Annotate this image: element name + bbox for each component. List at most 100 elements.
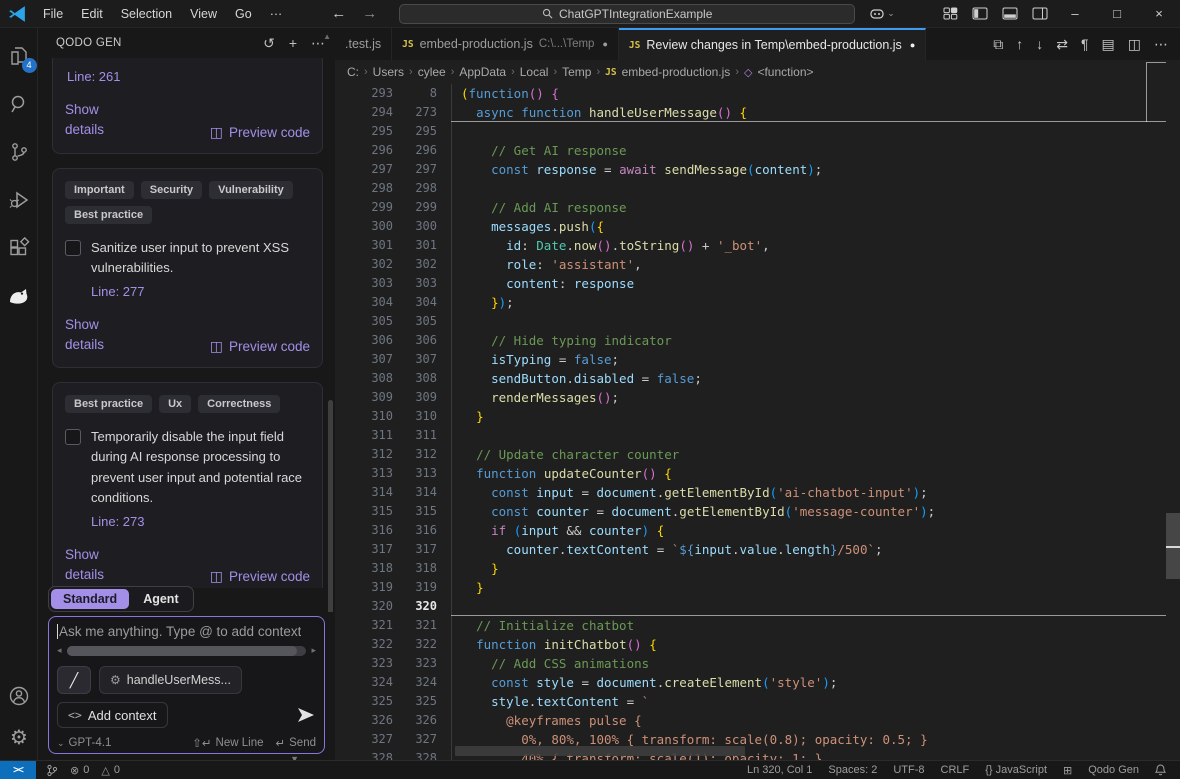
forward-icon[interactable]: → bbox=[362, 5, 377, 22]
scroll-up-icon[interactable]: ▲ bbox=[323, 32, 331, 41]
code-line[interactable]: 325325 style.textContent = ` bbox=[335, 692, 1166, 711]
code-line[interactable]: 317317 counter.textContent = `${input.va… bbox=[335, 540, 1166, 559]
extensions-icon[interactable] bbox=[7, 236, 31, 260]
scroll-left-icon[interactable]: ◂ bbox=[57, 645, 62, 656]
status-item-qodo-gen[interactable]: Qodo Gen bbox=[1088, 764, 1139, 776]
menu-item-view[interactable]: View bbox=[181, 0, 226, 27]
code-line[interactable]: 306306 // Hide typing indicator bbox=[335, 331, 1166, 350]
code-line[interactable]: 299299 // Add AI response bbox=[335, 198, 1166, 217]
show-details-link[interactable]: Show details bbox=[65, 100, 127, 141]
status-item-item[interactable]: ⊞ bbox=[1063, 764, 1072, 777]
editor-hscrollbar[interactable] bbox=[455, 746, 745, 756]
mode-tab-agent[interactable]: Agent bbox=[131, 589, 190, 609]
account-icon[interactable] bbox=[7, 684, 31, 708]
code-line[interactable]: 322322 function initChatbot() { bbox=[335, 635, 1166, 654]
code-line[interactable]: 297297 const response = await sendMessag… bbox=[335, 160, 1166, 179]
preview-code-button[interactable]: ◫Preview code bbox=[210, 124, 310, 141]
code-line[interactable]: 304304 }); bbox=[335, 293, 1166, 312]
tab-review-changes-in-temp-embed-production-js[interactable]: JSReview changes in Temp\embed-productio… bbox=[619, 28, 926, 60]
context-chip-handleusermess[interactable]: ⚙handleUserMess... bbox=[99, 666, 242, 694]
customize-layout-icon[interactable] bbox=[943, 7, 958, 20]
code-line[interactable]: 307307 isTyping = false; bbox=[335, 350, 1166, 369]
tab-embed-production-js[interactable]: JSembed-production.jsC:\...\Temp● bbox=[392, 28, 619, 60]
status-item-javascript[interactable]: {} JavaScript bbox=[985, 764, 1047, 776]
preview-code-button[interactable]: ◫Preview code bbox=[210, 338, 310, 355]
notifications-bell-icon[interactable] bbox=[1155, 764, 1166, 776]
toggle-primary-sidebar-icon[interactable] bbox=[972, 7, 988, 20]
copilot-menu[interactable]: ⌄ bbox=[869, 7, 895, 21]
settings-gear-icon[interactable]: ⚙ bbox=[7, 726, 31, 750]
line-link[interactable]: Line: 277 bbox=[91, 284, 310, 299]
code-line[interactable]: 301301 id: Date.now().toString() + '_bot… bbox=[335, 236, 1166, 255]
code-line[interactable]: 2938(function() { bbox=[335, 84, 1166, 103]
add-context-button[interactable]: <> Add context bbox=[57, 702, 168, 728]
tab-test-js[interactable]: .test.js bbox=[335, 28, 392, 60]
swap-diff-icon[interactable]: ⇄ bbox=[1056, 36, 1068, 53]
send-icon[interactable] bbox=[296, 706, 316, 724]
code-line[interactable]: 308308 sendButton.disabled = false; bbox=[335, 369, 1166, 388]
status-item-ln-320-col-1[interactable]: Ln 320, Col 1 bbox=[747, 764, 812, 776]
breadcrumb-item-embed-production-js[interactable]: embed-production.js bbox=[622, 65, 731, 79]
close-button[interactable]: × bbox=[1138, 0, 1180, 27]
render-whitespace-icon[interactable]: ¶ bbox=[1081, 36, 1089, 52]
code-line[interactable]: 320320 bbox=[335, 597, 1166, 616]
status-item-utf-8[interactable]: UTF-8 bbox=[893, 764, 924, 776]
new-chat-icon[interactable]: + bbox=[289, 35, 297, 51]
toggle-panel-icon[interactable] bbox=[1002, 7, 1018, 20]
menu-item-edit[interactable]: Edit bbox=[72, 0, 112, 27]
chat-scroll-thumb[interactable] bbox=[67, 646, 297, 656]
more-actions-icon[interactable]: ⋯ bbox=[1154, 36, 1168, 53]
suggestion-checkbox[interactable] bbox=[65, 240, 81, 256]
preview-code-button[interactable]: ◫Preview code bbox=[210, 568, 310, 585]
code-line[interactable]: 296296 // Get AI response bbox=[335, 141, 1166, 160]
model-selector[interactable]: ⌄ GPT-4.1 bbox=[57, 737, 111, 749]
breadcrumb-item-users[interactable]: Users bbox=[373, 65, 404, 79]
code-line[interactable]: 314314 const input = document.getElement… bbox=[335, 483, 1166, 502]
line-link[interactable]: Line: 273 bbox=[91, 514, 310, 529]
code-line[interactable]: 316316 if (input && counter) { bbox=[335, 521, 1166, 540]
menu-item-item[interactable]: ··· bbox=[261, 0, 292, 27]
code-line[interactable]: 319319 } bbox=[335, 578, 1166, 597]
history-icon[interactable]: ↺ bbox=[263, 35, 275, 52]
suggestion-checkbox[interactable] bbox=[65, 429, 81, 445]
qodo-gen-icon[interactable] bbox=[7, 284, 31, 308]
breadcrumb-item-cylee[interactable]: cylee bbox=[418, 65, 446, 79]
chat-input-box[interactable]: Ask me anything. Type @ to add context ◂… bbox=[48, 616, 325, 754]
slash-command-button[interactable]: ╱ bbox=[57, 666, 91, 694]
code-line[interactable]: 309309 renderMessages(); bbox=[335, 388, 1166, 407]
code-line[interactable]: 300300 messages.push({ bbox=[335, 217, 1166, 236]
breadcrumb-item-function[interactable]: <function> bbox=[757, 65, 813, 79]
minimize-button[interactable]: – bbox=[1054, 0, 1096, 27]
run-debug-icon[interactable] bbox=[7, 188, 31, 212]
code-line[interactable]: 323323 // Add CSS animations bbox=[335, 654, 1166, 673]
breadcrumb-item-local[interactable]: Local bbox=[520, 65, 549, 79]
branch-icon[interactable] bbox=[46, 764, 58, 777]
status-item-spaces-2[interactable]: Spaces: 2 bbox=[828, 764, 877, 776]
split-editor-icon[interactable]: ◫ bbox=[1128, 36, 1141, 53]
code-line[interactable]: 324324 const style = document.createElem… bbox=[335, 673, 1166, 692]
code-line[interactable]: 305305 bbox=[335, 312, 1166, 331]
status-item-crlf[interactable]: CRLF bbox=[941, 764, 970, 776]
show-details-link[interactable]: Show details bbox=[65, 315, 127, 356]
code-line[interactable]: 326326 @keyframes pulse { bbox=[335, 711, 1166, 730]
toggle-secondary-sidebar-icon[interactable] bbox=[1032, 7, 1048, 20]
open-changes-icon[interactable]: ⧉ bbox=[993, 36, 1003, 53]
scroll-right-icon[interactable]: ▸ bbox=[311, 645, 316, 656]
previous-change-icon[interactable]: ↑ bbox=[1016, 36, 1023, 52]
code-line[interactable]: 312312 // Update character counter bbox=[335, 445, 1166, 464]
search-view-icon[interactable] bbox=[7, 92, 31, 116]
breadcrumb-item-temp[interactable]: Temp bbox=[562, 65, 591, 79]
maximize-button[interactable]: □ bbox=[1096, 0, 1138, 27]
sidebar-scrollbar[interactable] bbox=[328, 400, 333, 620]
code-line[interactable]: 310310 } bbox=[335, 407, 1166, 426]
code-line[interactable]: 313313 function updateCounter() { bbox=[335, 464, 1166, 483]
code-line[interactable]: 294273 async function handleUserMessage(… bbox=[335, 103, 1166, 122]
explorer-icon[interactable]: 4 bbox=[7, 44, 31, 68]
code-line[interactable]: 318318 } bbox=[335, 559, 1166, 578]
code-line[interactable]: 302302 role: 'assistant', bbox=[335, 255, 1166, 274]
code-line[interactable]: 295295 bbox=[335, 122, 1166, 141]
word-wrap-icon[interactable]: ▤ bbox=[1102, 36, 1115, 53]
menu-item-file[interactable]: File bbox=[34, 0, 72, 27]
problems-warnings[interactable]: △ 0 bbox=[101, 764, 120, 777]
menu-item-selection[interactable]: Selection bbox=[112, 0, 181, 27]
